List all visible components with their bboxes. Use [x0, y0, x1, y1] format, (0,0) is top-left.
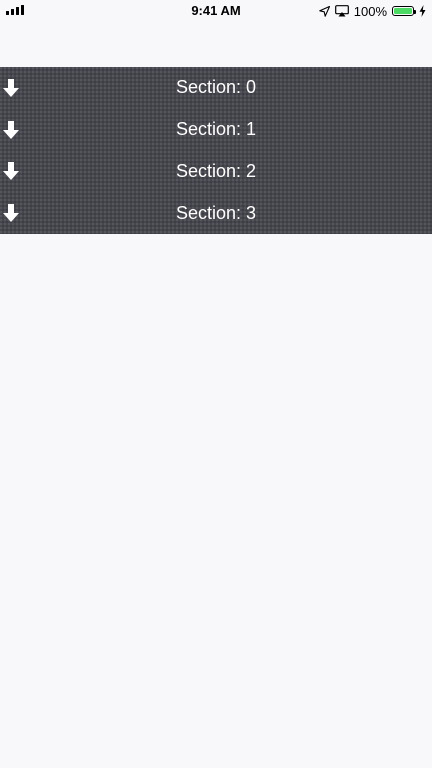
- arrow-down-icon[interactable]: [3, 78, 19, 97]
- section-row-3[interactable]: Section: 3: [0, 192, 432, 234]
- arrow-down-icon[interactable]: [3, 120, 19, 139]
- section-label: Section: 0: [175, 77, 257, 98]
- arrow-down-icon[interactable]: [3, 162, 19, 181]
- battery-percent: 100%: [353, 3, 387, 19]
- airplay-icon: [334, 5, 349, 17]
- section-list: Section: 0 Section: 1 Section: 2 Section…: [0, 67, 432, 234]
- battery-level: [394, 8, 412, 14]
- section-row-2[interactable]: Section: 2: [0, 151, 432, 193]
- charging-bolt-icon: [419, 5, 426, 17]
- battery-icon: [392, 6, 416, 16]
- arrow-down-icon[interactable]: [3, 204, 19, 223]
- location-arrow-icon: [319, 5, 330, 17]
- status-bar: 9:41 AM 100%: [0, 0, 432, 22]
- section-row-1[interactable]: Section: 1: [0, 109, 432, 151]
- section-row-0[interactable]: Section: 0: [0, 67, 432, 109]
- status-right-group: 100%: [319, 3, 426, 19]
- section-label: Section: 2: [175, 160, 257, 181]
- section-label: Section: 3: [175, 202, 257, 223]
- section-label: Section: 1: [175, 119, 257, 140]
